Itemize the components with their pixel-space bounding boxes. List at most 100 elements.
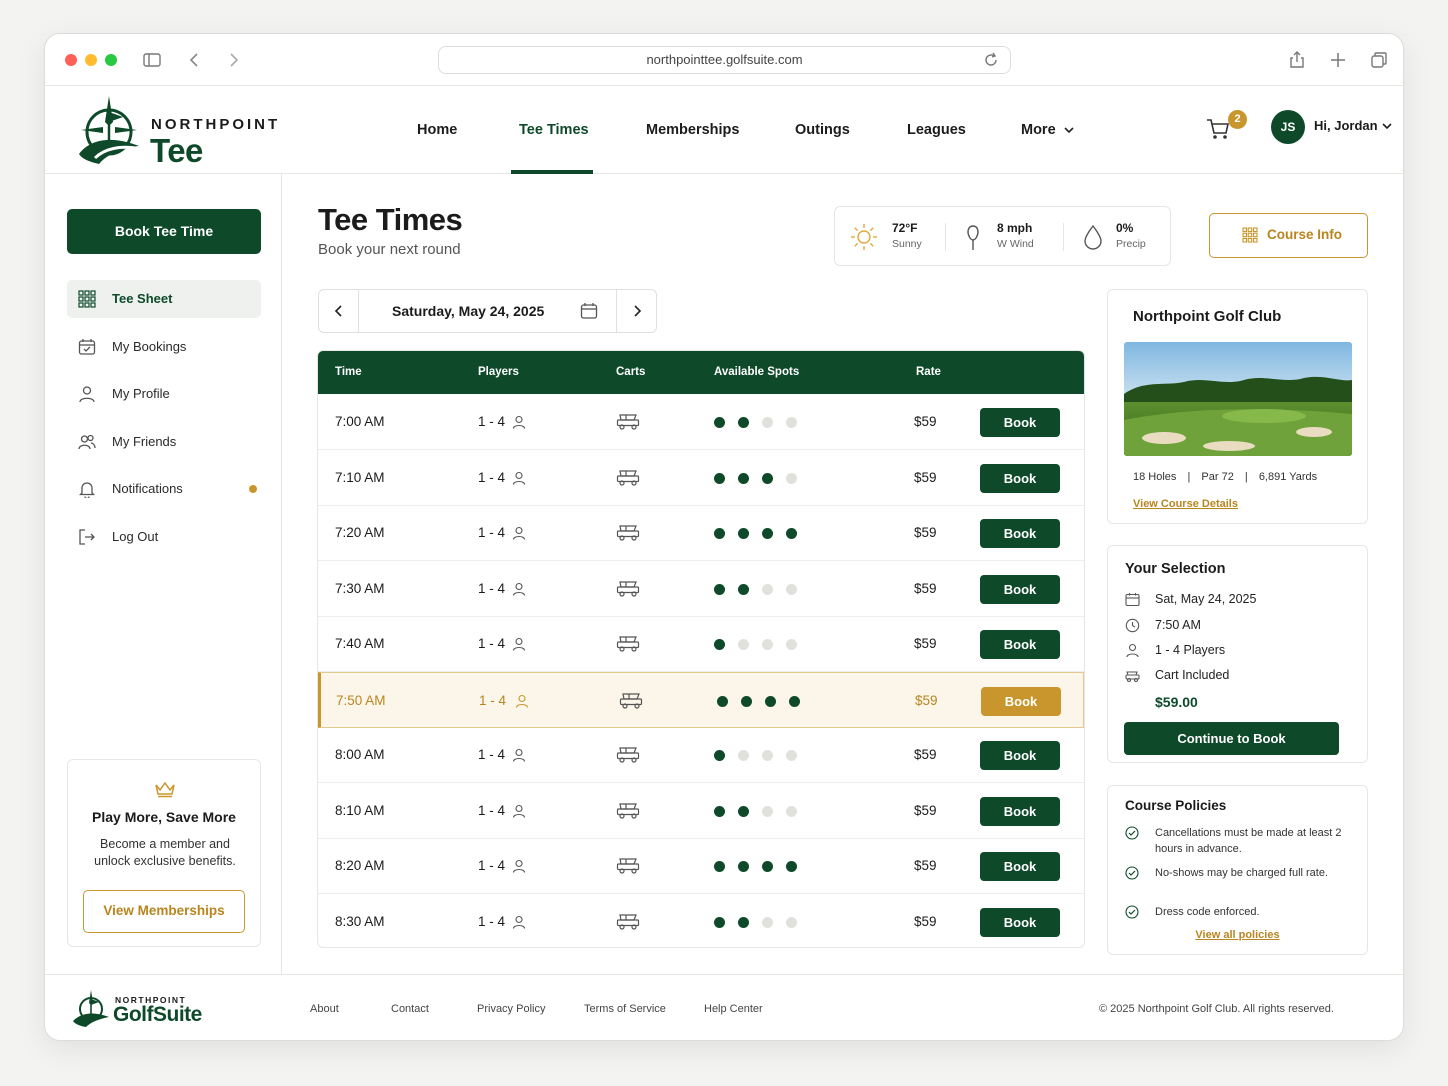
user-greeting: Hi, Jordan (1314, 118, 1378, 133)
book-button[interactable]: Book (980, 630, 1060, 659)
spot-unavailable (762, 916, 773, 928)
book-button[interactable]: Book (980, 408, 1060, 437)
golf-cart-icon (616, 913, 640, 930)
back-icon[interactable] (185, 50, 205, 70)
row-players: 1 - 4 (478, 913, 506, 929)
book-tee-time-button[interactable]: Book Tee Time (67, 209, 261, 254)
book-button[interactable]: Book (980, 463, 1060, 493)
row-time: 7:10 AM (335, 469, 385, 485)
book-button[interactable]: Book (981, 686, 1061, 716)
selection-players: 1 - 4 Players (1125, 643, 1225, 658)
reload-icon[interactable] (982, 51, 1000, 69)
close-window-button[interactable] (65, 54, 77, 66)
table-row[interactable]: 7:10 AM 1 - 4 $59 Book (318, 450, 1084, 506)
maximize-window-button[interactable] (105, 54, 117, 66)
site-footer: NORTHPOINT GolfSuite About Contact Priva… (45, 974, 1403, 1040)
table-row[interactable]: 7:40 AM 1 - 4 $59 Book (318, 616, 1084, 672)
user-icon (515, 694, 529, 708)
nav-memberships[interactable]: Memberships (646, 86, 739, 174)
sidebar-item-log-out[interactable]: Log Out (67, 518, 261, 556)
continue-to-book-button[interactable]: Continue to Book (1124, 722, 1339, 755)
spot-available (738, 861, 749, 872)
policies-title: Course Policies (1125, 798, 1227, 813)
footer-link-terms[interactable]: Terms of Service (584, 1003, 666, 1015)
brand-logo[interactable]: NORTHPOINT Tee (73, 94, 313, 169)
promo-text: Become a member and unlock exclusive ben… (94, 837, 236, 868)
table-row[interactable]: 7:20 AM 1 - 4 $59 Book (318, 505, 1084, 561)
spot-available (714, 472, 725, 484)
book-button[interactable]: Book (980, 907, 1060, 937)
book-button[interactable]: Book (980, 796, 1060, 826)
club-name: Northpoint Golf Club (1133, 308, 1282, 325)
view-memberships-button[interactable]: View Memberships (83, 890, 245, 933)
calendar-icon[interactable] (580, 302, 598, 320)
address-bar[interactable]: northpointtee.golfsuite.com (438, 46, 1011, 74)
footer-link-contact[interactable]: Contact (391, 1003, 429, 1015)
footer-link-about[interactable]: About (310, 1003, 339, 1015)
book-button[interactable]: Book (980, 519, 1060, 548)
view-course-details-link[interactable]: View Course Details (1133, 498, 1238, 510)
club-par: Par 72 (1201, 471, 1234, 483)
minimize-window-button[interactable] (85, 54, 97, 66)
new-tab-icon[interactable] (1328, 50, 1348, 70)
golf-cart-icon (616, 580, 640, 597)
user-menu-chevron-icon (1382, 123, 1392, 130)
row-players: 1 - 4 (478, 747, 506, 762)
selected-date[interactable]: Saturday, May 24, 2025 (392, 290, 544, 332)
check-circle-icon (1125, 905, 1139, 919)
tabs-overview-icon[interactable] (1369, 50, 1389, 70)
sidebar-item-tee-sheet[interactable]: Tee Sheet (67, 280, 261, 318)
table-row[interactable]: 8:00 AM 1 - 4 $59 Book (318, 727, 1084, 783)
sun-icon (851, 224, 877, 250)
sidebar-item-my-bookings[interactable]: My Bookings (67, 328, 261, 366)
spot-available (789, 695, 800, 707)
share-icon[interactable] (1287, 50, 1307, 70)
row-time: 7:00 AM (335, 414, 385, 429)
spot-unavailable (786, 472, 797, 484)
table-row[interactable]: 7:00 AM 1 - 4 $59 Book (318, 394, 1084, 450)
sidebar-item-my-friends[interactable]: My Friends (67, 423, 261, 461)
user-icon (512, 582, 526, 596)
table-row[interactable]: 8:20 AM 1 - 4 $59 Book (318, 838, 1084, 894)
golf-cart-icon (616, 469, 640, 486)
book-button[interactable]: Book (980, 741, 1060, 770)
footer-link-privacy[interactable]: Privacy Policy (477, 1003, 545, 1015)
nav-home[interactable]: Home (417, 86, 457, 174)
chevron-right-icon (634, 305, 642, 317)
row-time: 8:10 AM (335, 802, 385, 818)
footer-logo-icon[interactable] (71, 989, 111, 1029)
cart-count-badge: 2 (1228, 110, 1247, 129)
table-row[interactable]: 7:30 AM 1 - 4 $59 Book (318, 561, 1084, 617)
golf-cart-icon (616, 747, 640, 763)
sidebar-item-notifications[interactable]: Notifications (67, 470, 261, 508)
nav-more[interactable]: More (1021, 86, 1074, 174)
view-all-policies-link[interactable]: View all policies (1108, 929, 1367, 941)
table-row[interactable]: 8:10 AM 1 - 4 $59 Book (318, 783, 1084, 839)
nav-leagues[interactable]: Leagues (907, 86, 966, 174)
weather-divider (1063, 223, 1064, 251)
wind-flag-icon (967, 225, 979, 250)
golf-cart-icon (616, 525, 640, 541)
nav-tee-times[interactable]: Tee Times (519, 86, 589, 174)
club-yards: 6,891 Yards (1258, 471, 1318, 483)
book-button[interactable]: Book (980, 852, 1060, 881)
chevron-left-icon (334, 305, 342, 317)
sidebar-item-my-profile[interactable]: My Profile (67, 375, 261, 413)
selection-price: $59.00 (1155, 694, 1198, 710)
sidebar-toggle-icon[interactable] (142, 50, 162, 70)
footer-link-help[interactable]: Help Center (704, 1003, 763, 1015)
nav-outings[interactable]: Outings (795, 86, 850, 174)
book-button[interactable]: Book (980, 574, 1060, 604)
sidebar-item-label: My Friends (112, 434, 177, 449)
policy-item: Dress code enforced. (1125, 904, 1345, 920)
user-avatar[interactable]: JS (1271, 110, 1305, 144)
next-day-button[interactable] (616, 290, 656, 332)
user-menu[interactable]: Hi, Jordan (1314, 118, 1392, 133)
available-spots (714, 638, 810, 653)
course-info-button[interactable]: Course Info (1209, 213, 1368, 258)
table-row[interactable]: 8:30 AM 1 - 4 $59 Book (318, 894, 1084, 948)
forward-icon[interactable] (223, 50, 243, 70)
page-subtitle: Book your next round (318, 241, 461, 258)
previous-day-button[interactable] (319, 290, 359, 332)
table-row[interactable]: 7:50 AM 1 - 4 $59 Book (318, 671, 1084, 728)
